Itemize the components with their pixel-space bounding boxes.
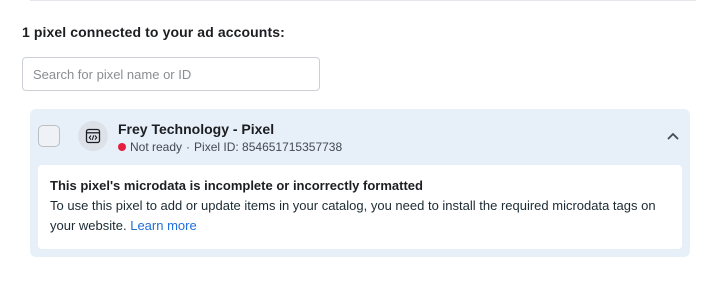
pixel-status-row: Not ready · Pixel ID: 854651715357738 <box>118 140 342 154</box>
top-divider <box>30 0 696 1</box>
notice-title: This pixel's microdata is incomplete or … <box>50 178 423 193</box>
status-separator: · <box>186 140 191 154</box>
chevron-up-icon <box>667 133 679 140</box>
code-window-icon <box>78 121 108 151</box>
pixel-id: Pixel ID: 854651715357738 <box>194 140 343 154</box>
connected-pixels-heading: 1 pixel connected to your ad accounts: <box>22 24 285 40</box>
pixel-search-input[interactable] <box>22 57 320 91</box>
pixel-connection-panel: 1 pixel connected to your ad accounts: F… <box>0 0 725 294</box>
collapse-button[interactable] <box>662 125 684 147</box>
pixel-name: Frey Technology - Pixel <box>118 121 275 137</box>
notice-body-wrap: To use this pixel to add or update items… <box>50 196 670 236</box>
learn-more-link[interactable]: Learn more <box>130 218 196 233</box>
status-dot-icon <box>118 143 126 151</box>
pixel-status: Not ready <box>130 140 183 154</box>
microdata-notice: This pixel's microdata is incomplete or … <box>38 165 682 249</box>
pixel-card[interactable]: Frey Technology - Pixel Not ready · Pixe… <box>30 109 690 257</box>
pixel-select-checkbox[interactable] <box>38 125 60 147</box>
